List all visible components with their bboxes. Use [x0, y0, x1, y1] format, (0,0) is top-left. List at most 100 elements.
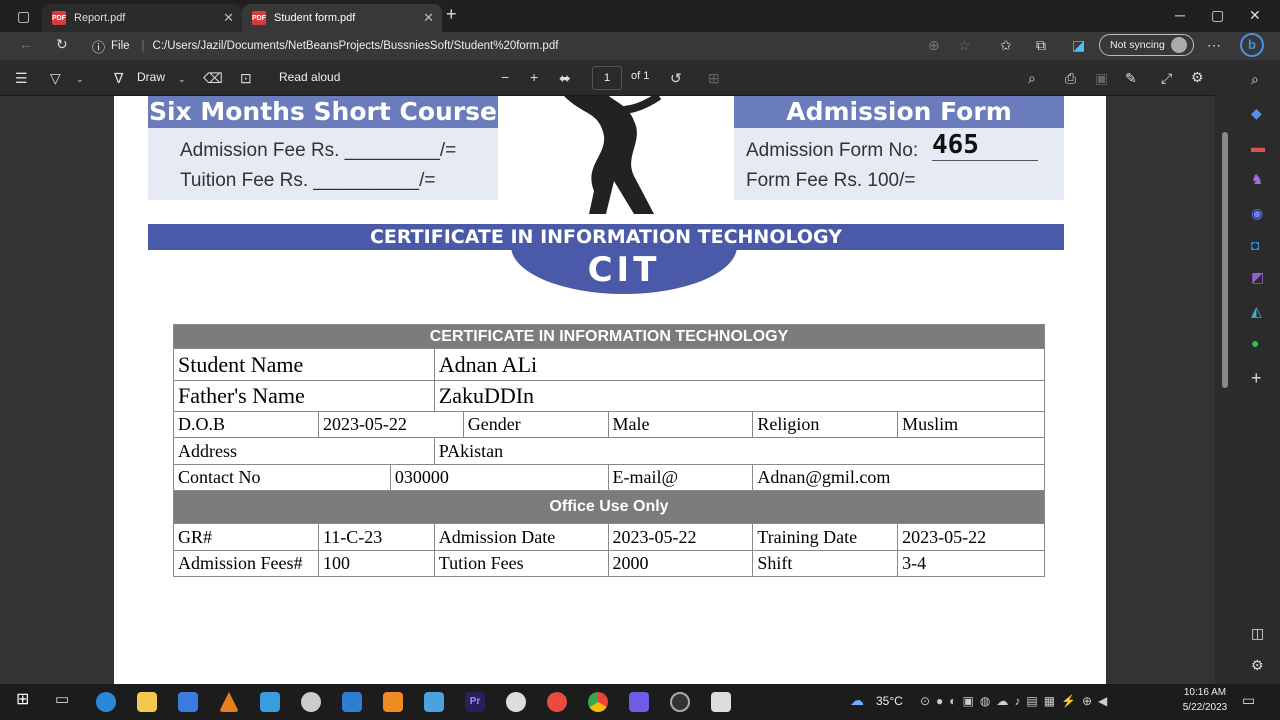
page-total: of 1	[631, 70, 650, 82]
app-icon[interactable]	[506, 692, 526, 712]
sidebar-toggle-icon[interactable]: ◫	[1251, 626, 1264, 640]
save-as-icon[interactable]: ✎	[1125, 71, 1137, 85]
draw-icon[interactable]: ∇	[114, 71, 123, 85]
designer-icon[interactable]: ◩	[1251, 270, 1264, 284]
temperature[interactable]: 35°C	[876, 694, 903, 708]
clock-date[interactable]: 5/22/2023	[1178, 702, 1232, 713]
new-tab-icon[interactable]: +	[446, 5, 457, 23]
shopping-icon[interactable]: ◆	[1251, 106, 1262, 120]
bing-icon[interactable]: b	[1240, 33, 1264, 57]
text-icon[interactable]: ⊡	[240, 71, 252, 85]
scrollbar[interactable]	[1215, 60, 1236, 684]
tray-icons[interactable]: ⊙●◐▣◍☁♪▤▦⚡⊕◀	[920, 694, 1113, 708]
tuition-fees-value: 2000	[607, 550, 754, 577]
admission-fees-label: Admission Fees#	[173, 550, 319, 577]
contact-label: Contact No	[173, 464, 391, 491]
chevron-down-icon[interactable]: ⌄	[76, 72, 84, 86]
tab-label: Report.pdf	[74, 12, 126, 24]
training-date-label: Training Date	[752, 523, 899, 551]
print-icon[interactable]: ⎙	[1065, 71, 1076, 85]
vscode-icon[interactable]	[342, 692, 362, 712]
tree-icon[interactable]: ●	[1251, 336, 1259, 350]
url-field[interactable]: ⓘ File | C:/Users/Jazil/Documents/NetBea…	[92, 36, 1132, 56]
profile-button[interactable]: Not syncing	[1099, 34, 1194, 56]
tools-icon[interactable]: ▬	[1251, 140, 1265, 154]
sync-label: Not syncing	[1110, 39, 1165, 51]
zoom-in-icon[interactable]: +	[530, 70, 538, 84]
task-view-icon[interactable]: ▭	[55, 692, 69, 707]
settings-icon[interactable]: ⚙	[1251, 658, 1264, 672]
app-icon[interactable]	[301, 692, 321, 712]
edge-sidebar: ⌕ ◆ ▬ ♞ ◉ ◘ ◩ ◭ ● + ◫ ⚙	[1236, 60, 1280, 684]
eraser-icon[interactable]: ⌫	[203, 71, 223, 85]
app-icon[interactable]	[547, 692, 567, 712]
more-icon[interactable]: ⋯	[1207, 38, 1221, 52]
admission-form-title: Admission Form	[734, 96, 1064, 128]
tab-report[interactable]: PDF Report.pdf ✕	[42, 4, 242, 32]
father-name-value: ZakuDDIn	[433, 380, 1046, 412]
fullscreen-icon[interactable]: ⤢	[1161, 71, 1172, 85]
draw-button[interactable]: Draw	[137, 70, 165, 84]
minimize-icon[interactable]: ─	[1175, 8, 1185, 22]
tab-actions-icon[interactable]: ▢	[17, 9, 30, 23]
institute-logo	[564, 96, 662, 214]
m365-icon[interactable]: ◉	[1251, 206, 1263, 220]
info-icon[interactable]: ⓘ	[92, 37, 105, 56]
app-icon[interactable]	[711, 692, 731, 712]
settings-icon[interactable]: ⚙	[1191, 70, 1204, 84]
window-close-icon[interactable]: ✕	[1249, 8, 1261, 22]
send-icon[interactable]: ◭	[1251, 304, 1262, 318]
student-name-value: Adnan ALi	[433, 348, 1046, 381]
gender-value: Male	[607, 411, 754, 438]
refresh-icon[interactable]: ↻	[56, 37, 68, 51]
contents-icon[interactable]: ☰	[15, 71, 28, 85]
app-icon[interactable]	[629, 692, 649, 712]
address-value: PAkistan	[433, 437, 1046, 465]
two-page-icon[interactable]: ⊞	[708, 71, 720, 85]
explorer-icon[interactable]	[137, 692, 157, 712]
search-icon[interactable]: ⌕	[1028, 71, 1036, 85]
clock-time[interactable]: 10:16 AM	[1180, 687, 1230, 698]
tuition-fees-label: Tution Fees	[433, 550, 609, 577]
start-icon[interactable]: ⊞	[16, 692, 29, 708]
chevron-down-icon[interactable]: ⌄	[178, 72, 186, 86]
gr-label: GR#	[173, 523, 319, 551]
gender-label: Gender	[462, 411, 609, 438]
read-aloud-button[interactable]: Read aloud	[279, 70, 340, 84]
zoom-icon[interactable]: ⊕	[928, 38, 940, 52]
tab-student-form[interactable]: PDF Student form.pdf ✕	[242, 4, 442, 32]
search-icon[interactable]: ⌕	[1251, 72, 1259, 86]
close-icon[interactable]: ✕	[223, 10, 234, 26]
page-number-input[interactable]: 1	[592, 66, 622, 90]
maximize-icon[interactable]: ▢	[1211, 8, 1224, 22]
fit-page-icon[interactable]: ⬌	[559, 71, 571, 85]
close-icon[interactable]: ✕	[423, 10, 434, 26]
zoom-out-icon[interactable]: −	[501, 70, 509, 84]
extension-icon[interactable]: ◪	[1072, 38, 1085, 52]
games-icon[interactable]: ♞	[1251, 172, 1264, 186]
back-icon[interactable]: ←	[19, 37, 33, 51]
favorite-add-icon[interactable]: ☆	[958, 38, 971, 52]
save-icon[interactable]: ▣	[1095, 71, 1108, 85]
add-icon[interactable]: +	[1251, 369, 1262, 387]
app-icon[interactable]	[670, 692, 690, 712]
highlight-icon[interactable]: ▽	[50, 71, 61, 85]
premiere-icon[interactable]: Pr	[465, 692, 485, 712]
virtualbox-icon[interactable]	[424, 692, 444, 712]
mail-icon[interactable]	[260, 692, 280, 712]
form-fee-label: Form Fee Rs. 100/=	[746, 170, 916, 191]
weather-icon[interactable]: ☁	[850, 693, 864, 707]
rotate-icon[interactable]: ↺	[670, 71, 682, 85]
gr-value: 11-C-23	[317, 523, 435, 551]
xampp-icon[interactable]	[383, 692, 403, 712]
collections-icon[interactable]: ⧉	[1036, 38, 1046, 52]
store-icon[interactable]	[178, 692, 198, 712]
religion-label: Religion	[752, 411, 899, 438]
notification-icon[interactable]: ▭	[1242, 693, 1255, 707]
scrollbar-thumb[interactable]	[1222, 132, 1228, 388]
student-name-label: Student Name	[173, 348, 435, 381]
favorites-icon[interactable]: ✩	[1000, 38, 1012, 52]
outlook-icon[interactable]: ◘	[1251, 238, 1259, 252]
chrome-icon[interactable]	[588, 692, 608, 712]
edge-icon[interactable]	[96, 692, 116, 712]
